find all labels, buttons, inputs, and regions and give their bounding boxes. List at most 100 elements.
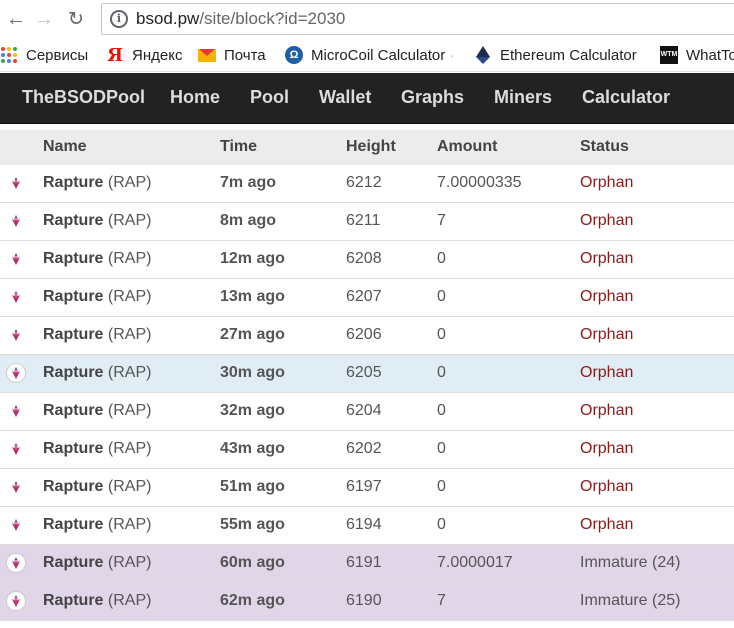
block-status: Orphan bbox=[580, 402, 634, 419]
table-row[interactable]: Rapture (RAP) 7m ago 6212 7.00000335 Orphan bbox=[0, 165, 734, 203]
coin-icon bbox=[6, 363, 26, 383]
header-amount[interactable]: Amount bbox=[437, 138, 497, 156]
block-height[interactable]: 6212 bbox=[346, 174, 382, 192]
block-status: Orphan bbox=[580, 478, 634, 495]
coin-icon bbox=[9, 252, 23, 266]
mail-icon bbox=[198, 46, 216, 64]
block-amount: 7 bbox=[437, 592, 446, 609]
bookmarks-bar: Сервисы Я Яндекс Почта Ω MicroCoil Calcu… bbox=[0, 38, 734, 72]
bookmark-yandex[interactable]: Я Яндекс bbox=[106, 45, 182, 66]
coin-icon bbox=[9, 328, 23, 342]
header-time[interactable]: Time bbox=[220, 138, 257, 156]
table-row[interactable]: Rapture (RAP) 12m ago 6208 0 Orphan bbox=[0, 241, 734, 279]
brand-link[interactable]: TheBSODPool bbox=[22, 87, 145, 108]
table-row[interactable]: Rapture (RAP) 13m ago 6207 0 Orphan bbox=[0, 279, 734, 317]
wtm-icon: WTM bbox=[660, 46, 678, 64]
bookmark-mail[interactable]: Почта bbox=[198, 45, 266, 65]
coin-name[interactable]: Rapture (RAP) bbox=[43, 326, 151, 344]
table-row[interactable]: Rapture (RAP) 27m ago 6206 0 Orphan bbox=[0, 317, 734, 355]
table-row[interactable]: Rapture (RAP) 55m ago 6194 0 Orphan bbox=[0, 507, 734, 545]
coin-name[interactable]: Rapture (RAP) bbox=[43, 516, 151, 534]
block-time: 62m ago bbox=[220, 592, 285, 609]
bookmark-apps[interactable]: Сервисы bbox=[0, 45, 88, 65]
table-row[interactable]: Rapture (RAP) 30m ago 6205 0 Orphan bbox=[0, 355, 734, 393]
block-status: Immature (25) bbox=[580, 592, 681, 609]
bookmark-label: MicroCoil Calculator bbox=[311, 46, 446, 64]
coin-name[interactable]: Rapture (RAP) bbox=[43, 440, 151, 458]
block-height[interactable]: 6194 bbox=[346, 516, 382, 534]
block-height[interactable]: 6202 bbox=[346, 440, 382, 458]
block-height[interactable]: 6204 bbox=[346, 402, 382, 420]
info-icon[interactable]: i bbox=[110, 10, 128, 28]
bookmark-label: Сервисы bbox=[26, 46, 89, 64]
table-row[interactable]: Rapture (RAP) 60m ago 6191 7.0000017 Immatur… bbox=[0, 545, 734, 583]
back-arrow-icon[interactable]: ← bbox=[4, 7, 28, 31]
coin-name[interactable]: Rapture (RAP) bbox=[43, 288, 151, 306]
blocks-table-body: Rapture (RAP) 7m ago 6212 7.00000335 Orphan R… bbox=[0, 165, 734, 621]
block-height[interactable]: 6207 bbox=[346, 288, 382, 306]
coin-name[interactable]: Rapture (RAP) bbox=[43, 402, 151, 420]
block-status: Orphan bbox=[580, 326, 634, 343]
coin-name[interactable]: Rapture (RAP) bbox=[43, 592, 151, 610]
coin-name[interactable]: Rapture (RAP) bbox=[43, 212, 151, 230]
block-amount: 0 bbox=[437, 478, 446, 495]
table-row[interactable]: Rapture (RAP) 32m ago 6204 0 Orphan bbox=[0, 393, 734, 431]
block-height[interactable]: 6191 bbox=[346, 554, 382, 572]
coin-name[interactable]: Rapture (RAP) bbox=[43, 478, 151, 496]
address-bar[interactable]: i bsod.pw/site/block?id=2030 bbox=[101, 3, 734, 35]
nav-pool[interactable]: Pool bbox=[250, 87, 289, 108]
nav-home[interactable]: Home bbox=[170, 87, 220, 108]
block-height[interactable]: 6190 bbox=[346, 592, 382, 610]
coin-title: Rapture bbox=[43, 250, 104, 267]
header-height[interactable]: Height bbox=[346, 138, 396, 156]
block-height[interactable]: 6205 bbox=[346, 364, 382, 382]
block-time: 32m ago bbox=[220, 402, 285, 419]
nav-graphs[interactable]: Graphs bbox=[401, 87, 464, 108]
coin-symbol: (RAP) bbox=[107, 554, 152, 571]
coin-symbol: (RAP) bbox=[107, 516, 152, 533]
bookmark-ethereum[interactable]: Ethereum Calculator bbox=[474, 45, 637, 65]
block-time: 7m ago bbox=[220, 174, 277, 191]
block-time: 55m ago bbox=[220, 516, 285, 533]
bookmark-label: Почта bbox=[224, 46, 266, 64]
block-amount: 0 bbox=[437, 440, 446, 457]
block-status: Orphan bbox=[580, 364, 634, 381]
block-status: Orphan bbox=[580, 212, 634, 229]
table-row[interactable]: Rapture (RAP) 8m ago 6211 7 Orphan bbox=[0, 203, 734, 241]
coin-symbol: (RAP) bbox=[107, 364, 152, 381]
block-amount: 7.00000335 bbox=[437, 174, 522, 191]
bookmark-microcoil[interactable]: Ω MicroCoil Calculator · bbox=[285, 45, 454, 65]
coin-symbol: (RAP) bbox=[107, 326, 152, 343]
nav-wallet[interactable]: Wallet bbox=[319, 87, 371, 108]
block-height[interactable]: 6197 bbox=[346, 478, 382, 496]
coin-icon bbox=[9, 290, 23, 304]
coin-name[interactable]: Rapture (RAP) bbox=[43, 250, 151, 268]
bookmark-whattomine[interactable]: WTM WhatTo bbox=[660, 45, 734, 65]
table-row[interactable]: Rapture (RAP) 62m ago 6190 7 Immature (25) bbox=[0, 583, 734, 621]
nav-miners[interactable]: Miners bbox=[494, 87, 552, 108]
coin-name[interactable]: Rapture (RAP) bbox=[43, 554, 151, 572]
forward-arrow-icon[interactable]: → bbox=[32, 7, 56, 31]
table-row[interactable]: Rapture (RAP) 43m ago 6202 0 Orphan bbox=[0, 431, 734, 469]
coin-title: Rapture bbox=[43, 174, 104, 191]
nav-calculator[interactable]: Calculator bbox=[582, 87, 670, 108]
coin-icon bbox=[9, 176, 23, 190]
block-height[interactable]: 6206 bbox=[346, 326, 382, 344]
coin-symbol: (RAP) bbox=[107, 440, 152, 457]
header-status[interactable]: Status bbox=[580, 138, 629, 156]
block-height[interactable]: 6208 bbox=[346, 250, 382, 268]
reload-icon[interactable]: ↻ bbox=[64, 7, 88, 31]
block-time: 60m ago bbox=[220, 554, 285, 571]
coin-symbol: (RAP) bbox=[107, 212, 152, 229]
header-name[interactable]: Name bbox=[43, 138, 87, 156]
block-height[interactable]: 6211 bbox=[346, 212, 380, 230]
block-status: Orphan bbox=[580, 440, 634, 457]
coin-name[interactable]: Rapture (RAP) bbox=[43, 174, 151, 192]
coin-icon bbox=[9, 480, 23, 494]
table-row[interactable]: Rapture (RAP) 51m ago 6197 0 Orphan bbox=[0, 469, 734, 507]
block-status: Orphan bbox=[580, 516, 634, 533]
url-text[interactable]: bsod.pw/site/block?id=2030 bbox=[136, 9, 345, 29]
coin-name[interactable]: Rapture (RAP) bbox=[43, 364, 151, 382]
block-amount: 0 bbox=[437, 364, 446, 381]
coin-symbol: (RAP) bbox=[107, 250, 152, 267]
